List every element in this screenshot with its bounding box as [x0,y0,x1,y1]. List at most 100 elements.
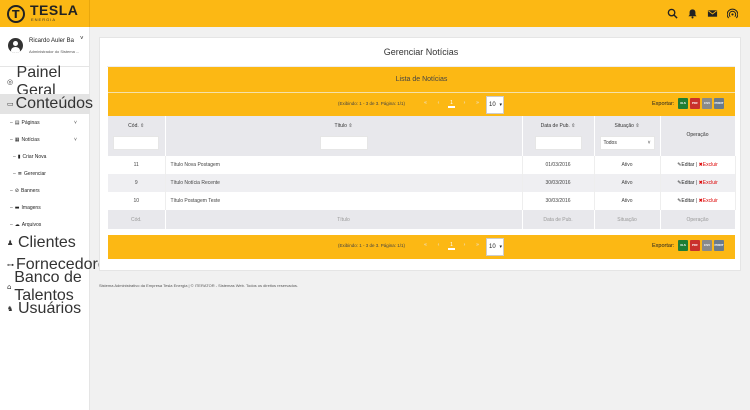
sidebar-sub-criar-nova[interactable]: – ▮ Criar Nova [0,149,90,165]
logo-emblem: T [7,5,25,23]
last-page-button[interactable]: » [474,100,481,108]
brand-subtitle: ENERGIA [31,17,57,22]
delete-button[interactable]: ✖Excluir [699,162,718,168]
sidebar-sub-paginas[interactable]: – ▤ Páginas ˅ [0,115,90,131]
edit-label: Editar [681,180,695,186]
per-page-select[interactable]: 10 [486,96,504,114]
user-panel[interactable]: Ricardo Auler Ba ˅ Administrador do Sist… [0,27,90,67]
content-card: Gerenciar Notícias Lista de Notícias (Ex… [99,37,741,271]
next-page-button[interactable]: › [461,100,468,108]
pdf-export-icon[interactable]: PDF [690,240,700,251]
filter-situacao-value: Todos [603,140,617,146]
current-page-button[interactable]: 1 [448,242,455,250]
list-icon: ≣ [17,171,22,177]
sidebar-sub-banners[interactable]: – ⊘ Banners [0,183,90,199]
column-header-operacao: Operação [660,116,736,156]
sidebar-item-label: Notícias [21,137,40,143]
cell-data: 30/03/2016 [522,174,595,192]
column-label: Título [334,123,347,129]
sidebar-item-conteudos[interactable]: ▭ Conteúdos [0,94,93,114]
sidebar: Ricardo Auler Ba ˅ Administrador do Sist… [0,27,115,410]
file-icon: ▮ [17,154,21,160]
footer-cell: Título [165,210,523,229]
excel-export-icon[interactable]: XLS [678,240,688,251]
sidebar-item-painel[interactable]: ◎ Painel Geral [0,64,90,99]
last-page-button[interactable]: » [474,242,481,250]
pager-info: (Exibindo: 1 - 3 de 3. Página: 1/1) [338,243,406,248]
sidebar-sub-gerenciar[interactable]: – ≣ Gerenciar [0,166,90,182]
footer-text: Sistema Administrativo da Empresa Tesla … [99,283,299,288]
cell-cod: 11 [108,156,166,174]
edit-button[interactable]: ✎Editar [677,180,694,186]
pager-nav: « ‹ 1 › » [422,242,481,250]
print-icon[interactable]: PRINT [714,98,724,109]
sidebar-item-banco-talentos[interactable]: ⌂ Banco de Talentos [0,269,90,304]
column-header-data[interactable]: Data de Pub. ⇳ [522,116,595,156]
brand-logo[interactable]: T TESLA ENERGIA [0,0,90,27]
prev-page-button[interactable]: ‹ [435,100,442,108]
pager-top: (Exibindo: 1 - 3 de 3. Página: 1/1) « ‹ … [108,92,735,116]
edit-button[interactable]: ✎Editar [677,198,694,204]
separator: | [695,162,698,168]
image-icon: ▬ [14,205,20,211]
filter-situacao-select[interactable]: Todos ˅ [599,136,655,150]
next-page-button[interactable]: › [461,242,468,250]
sidebar-sub-noticias[interactable]: – ▦ Notícias ˅ [0,132,90,148]
sidebar-item-label: Páginas [21,120,40,126]
first-page-button[interactable]: « [422,100,429,108]
column-label: Data de Pub. [540,123,570,129]
broadcast-icon[interactable] [726,8,738,20]
sidebar-sub-imagens[interactable]: – ▬ Imagens [0,200,90,216]
column-header-cod[interactable]: Cód. ⇳ [108,116,166,156]
footer-cell: Data de Pub. [522,210,595,229]
cell-operacao: ✎Editar | ✖Excluir [660,156,736,174]
page-title: Gerenciar Notícias [383,47,459,57]
pdf-export-icon[interactable]: PDF [690,98,700,109]
footer-cell: Cód. [108,210,166,229]
edit-label: Editar [681,198,695,204]
users-icon: ♞ [7,305,14,313]
search-icon[interactable] [666,8,678,20]
table-row: 9 Título Notícia Recente 30/03/2016 Ativ… [108,174,736,192]
edit-button[interactable]: ✎Editar [677,162,694,168]
sort-icon: ⇳ [635,123,640,129]
cell-situacao: Ativo [594,156,661,174]
cloud-icon: ☁ [14,222,20,228]
prev-page-button[interactable]: ‹ [435,242,442,250]
column-header-situacao[interactable]: Situação ⇳ Todos ˅ [594,116,661,156]
broadcast-icon: ◎ [7,78,14,86]
per-page-select[interactable]: 10 [486,238,504,256]
delete-button[interactable]: ✖Excluir [699,198,718,204]
table-footer-row: Cód. Título Data de Pub. Situação Operaç… [108,210,736,229]
first-page-button[interactable]: « [422,242,429,250]
list-title: Lista de Notícias [108,67,735,92]
cell-cod: 10 [108,192,166,210]
chevron-down-icon: ˅ [74,120,77,126]
delete-button[interactable]: ✖Excluir [699,180,718,186]
print-icon[interactable]: PRINT [714,240,724,251]
filter-cod-input[interactable] [113,136,160,150]
excel-export-icon[interactable]: XLS [678,98,688,109]
chevron-down-icon[interactable]: ˅ [80,36,84,42]
delete-label: Excluir [702,162,718,168]
chevron-down-icon: ˅ [647,140,651,146]
mail-icon[interactable] [706,8,718,20]
filter-titulo-input[interactable] [319,136,368,150]
filter-data-input[interactable] [534,136,582,150]
cell-operacao: ✎Editar | ✖Excluir [660,192,736,210]
csv-export-icon[interactable]: CSV [702,98,712,109]
sidebar-item-label: Imagens [21,205,41,211]
sidebar-item-label: Arquivos [21,222,42,228]
sidebar-sub-arquivos[interactable]: – ☁ Arquivos [0,217,90,233]
footer-cell: Operação [660,210,736,229]
delete-label: Excluir [702,180,718,186]
sidebar-item-clientes[interactable]: ♟ Clientes [0,233,90,253]
csv-export-icon[interactable]: CSV [702,240,712,251]
column-header-titulo[interactable]: Título ⇳ [165,116,523,156]
separator: | [695,198,698,204]
sidebar-item-label: Gerenciar [23,171,46,177]
sidebar-item-usuarios[interactable]: ♞ Usuários [0,299,90,319]
current-page-button[interactable]: 1 [448,100,455,108]
bell-icon[interactable] [686,8,698,20]
newspaper-icon: ▦ [14,137,20,143]
